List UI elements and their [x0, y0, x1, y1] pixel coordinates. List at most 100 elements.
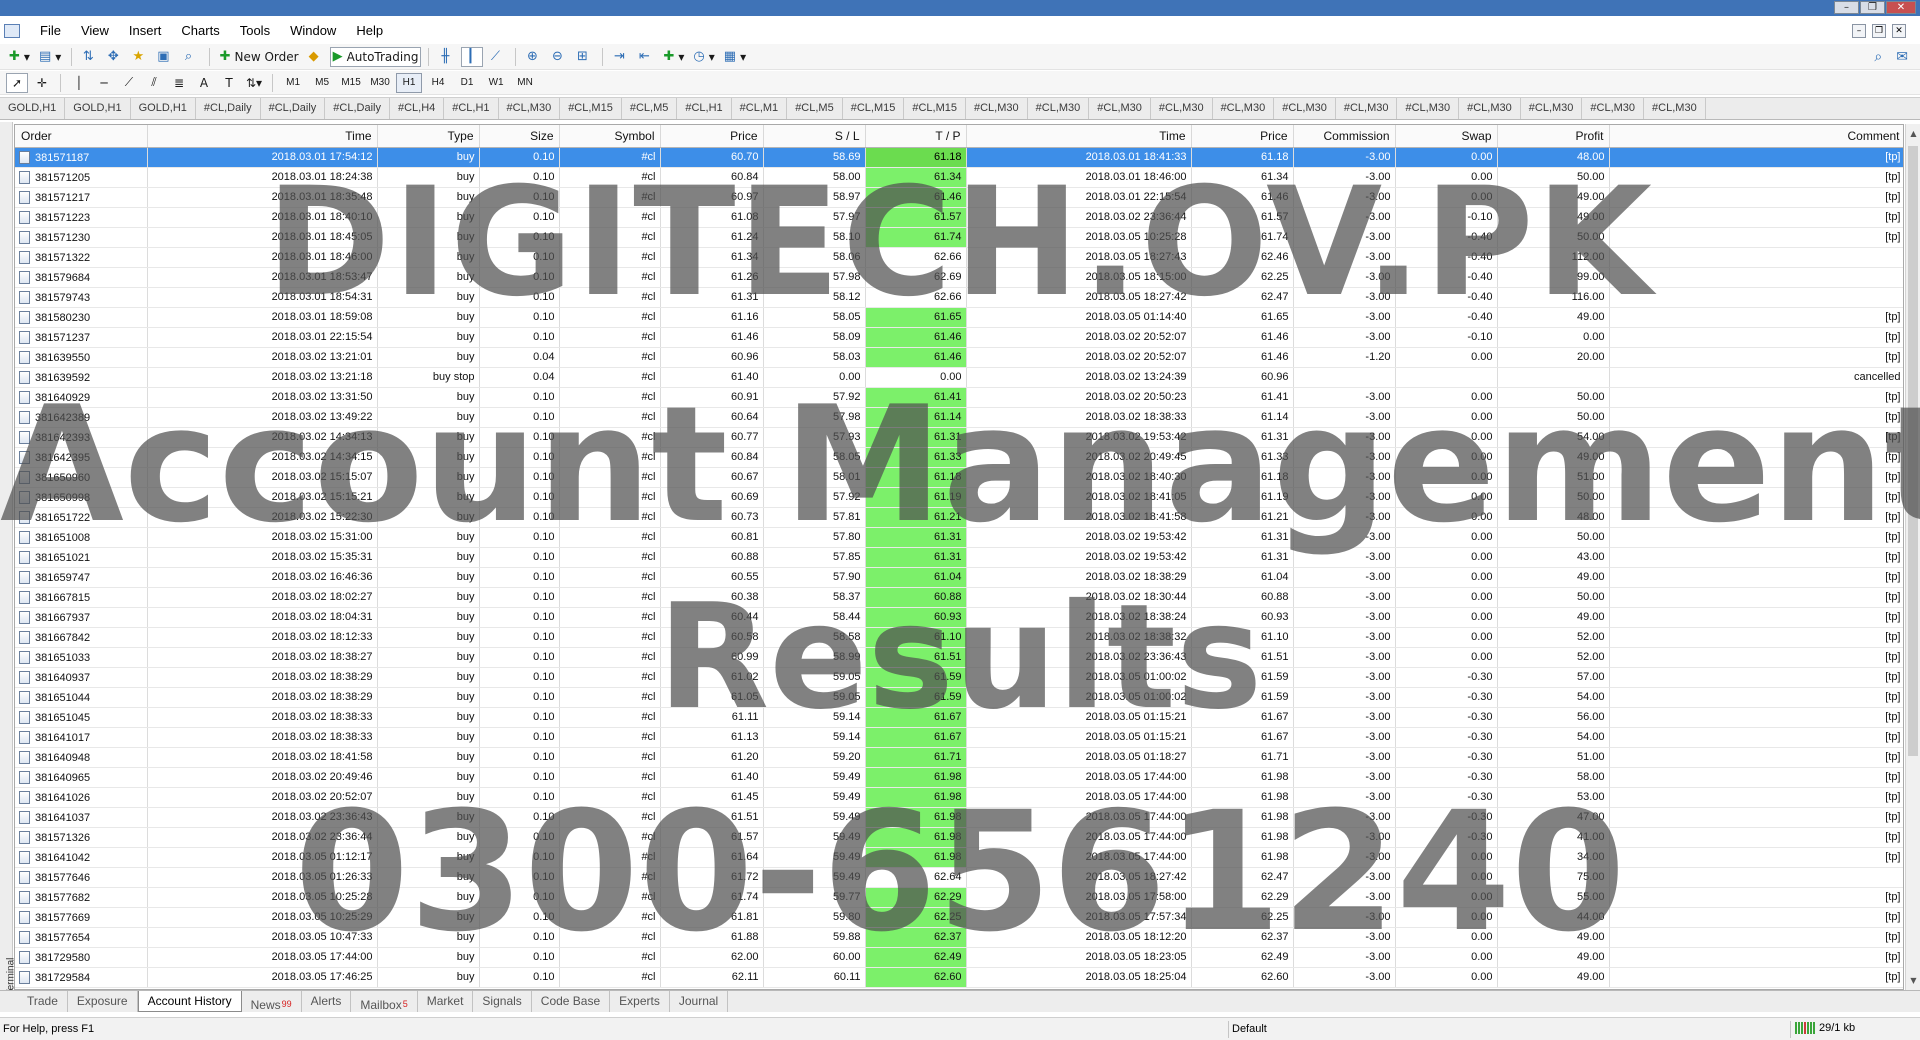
column-header[interactable]: Time [147, 125, 378, 148]
chart-tab[interactable]: #CL,M1 [732, 98, 788, 119]
chart-tab[interactable]: #CL,M30 [1644, 98, 1706, 119]
equidistant-channel-icon[interactable]: ⫽ [143, 73, 165, 93]
terminal-tab[interactable]: Signals [473, 991, 532, 1012]
menu-tools[interactable]: Tools [230, 20, 280, 42]
chart-tab[interactable]: #CL,M5 [622, 98, 678, 119]
chart-tab[interactable]: #CL,Daily [325, 98, 390, 119]
table-row[interactable]: 381651008 2018.03.02 15:31:00 buy 0.10 #cl 60… [15, 527, 1903, 548]
table-row[interactable]: 381651045 2018.03.02 18:38:33 buy 0.10 #cl 61… [15, 707, 1903, 728]
close-icon[interactable]: ✕ [1886, 1, 1916, 14]
chart-tab[interactable]: #CL,Daily [261, 98, 326, 119]
trendline-icon[interactable]: ⟋ [118, 73, 140, 93]
chart-tab[interactable]: #CL,M15 [560, 98, 622, 119]
profiles-icon[interactable]: ▤ ▾ [36, 47, 64, 67]
bar-chart-icon[interactable]: ╫ [436, 47, 458, 67]
table-row[interactable]: 381642393 2018.03.02 14:34:13 buy 0.10 #cl 60… [15, 427, 1903, 448]
terminal-tab[interactable]: Mailbox5 [351, 991, 418, 1012]
column-header[interactable]: Price [1191, 125, 1294, 148]
chart-tab[interactable]: GOLD,H1 [0, 98, 66, 119]
table-row[interactable]: 381659747 2018.03.02 16:46:36 buy 0.10 #cl 60… [15, 567, 1903, 588]
table-row[interactable]: 381571237 2018.03.01 22:15:54 buy 0.10 #cl 61… [15, 327, 1903, 348]
chart-tab[interactable]: #CL,M30 [966, 98, 1028, 119]
table-row[interactable]: 381639550 2018.03.02 13:21:01 buy 0.04 #cl 60… [15, 347, 1903, 368]
table-row[interactable]: 381641042 2018.03.05 01:12:17 buy 0.10 #cl 61… [15, 847, 1903, 868]
data-window-icon[interactable]: ✥ [104, 47, 126, 67]
table-row[interactable]: 381577646 2018.03.05 01:26:33 buy 0.10 #cl 61… [15, 867, 1903, 888]
timeframe-h1[interactable]: H1 [396, 72, 423, 93]
menu-charts[interactable]: Charts [171, 20, 229, 42]
cursor-icon[interactable]: ➚ [6, 72, 28, 93]
autotrading-button[interactable]: ▶ AutoTrading [329, 46, 422, 67]
terminal-tab[interactable]: News99 [242, 991, 302, 1012]
table-row[interactable]: 381571205 2018.03.01 18:24:38 buy 0.10 #cl 60… [15, 167, 1903, 188]
chart-tab[interactable]: #CL,M30 [1582, 98, 1645, 119]
terminal-icon[interactable]: ▣ [154, 47, 176, 67]
market-watch-icon[interactable]: ⇅ [79, 47, 101, 67]
table-row[interactable]: 381640937 2018.03.02 18:38:29 buy 0.10 #cl 61… [15, 667, 1903, 688]
scroll-up-icon[interactable]: ▲ [1906, 126, 1920, 141]
table-row[interactable]: 381571223 2018.03.01 18:40:10 buy 0.10 #cl 61… [15, 207, 1903, 228]
minimize-icon[interactable]: – [1834, 1, 1859, 14]
new-chart-icon[interactable]: ✚ ▾ [6, 47, 33, 67]
terminal-tab[interactable]: Journal [670, 991, 729, 1012]
chart-tab[interactable]: GOLD,H1 [65, 98, 131, 119]
vertical-scrollbar[interactable]: ▲ ▼ [1905, 124, 1920, 990]
menu-help[interactable]: Help [346, 20, 393, 42]
menu-file[interactable]: File [30, 20, 71, 42]
terminal-tab[interactable]: Market [418, 991, 474, 1012]
templates-icon[interactable]: ▦ ▾ [721, 47, 749, 67]
periods-icon[interactable]: ◷ ▾ [690, 47, 717, 67]
menu-window[interactable]: Window [280, 20, 346, 42]
terminal-tab[interactable]: Exposure [68, 991, 138, 1012]
terminal-tab[interactable]: Account History [137, 991, 242, 1012]
column-header[interactable]: Comment [1609, 125, 1903, 148]
column-header[interactable]: Swap [1395, 125, 1498, 148]
table-row[interactable]: 381577654 2018.03.05 10:47:33 buy 0.10 #cl 61… [15, 927, 1903, 948]
table-row[interactable]: 381579684 2018.03.01 18:53:47 buy 0.10 #cl 61… [15, 267, 1903, 288]
auto-scroll-icon[interactable]: ⇥ [610, 47, 632, 67]
table-row[interactable]: 381651021 2018.03.02 15:35:31 buy 0.10 #cl 60… [15, 547, 1903, 568]
scrollbar-thumb[interactable] [1908, 146, 1918, 756]
chart-tab[interactable]: #CL,M5 [787, 98, 843, 119]
mdi-close-icon[interactable]: ✕ [1892, 24, 1906, 38]
table-row[interactable]: 381641037 2018.03.02 23:36:43 buy 0.10 #cl 61… [15, 807, 1903, 828]
table-row[interactable]: 381650998 2018.03.02 15:15:21 buy 0.10 #cl 60… [15, 487, 1903, 508]
timeframe-m30[interactable]: M30 [367, 73, 393, 93]
text-icon[interactable]: A [193, 73, 215, 93]
table-row[interactable]: 381667815 2018.03.02 18:02:27 buy 0.10 #cl 60… [15, 587, 1903, 608]
candlestick-icon[interactable]: ┃ [461, 46, 484, 67]
table-row[interactable]: 381640929 2018.03.02 13:31:50 buy 0.10 #cl 60… [15, 387, 1903, 408]
column-header[interactable]: Time [966, 125, 1192, 148]
terminal-tab[interactable]: Code Base [532, 991, 611, 1012]
timeframe-m1[interactable]: M1 [280, 73, 306, 93]
zoom-out-icon[interactable]: ⊖ [548, 47, 570, 67]
chart-tab[interactable]: #CL,M30 [1459, 98, 1521, 119]
column-header[interactable]: Size [479, 125, 560, 148]
chart-tab[interactable]: #CL,M15 [904, 98, 966, 119]
table-row[interactable]: 381579743 2018.03.01 18:54:31 buy 0.10 #cl 61… [15, 287, 1903, 308]
table-row[interactable]: 381640948 2018.03.02 18:41:58 buy 0.10 #cl 61… [15, 747, 1903, 768]
table-row[interactable]: 381571322 2018.03.01 18:46:00 buy 0.10 #cl 61… [15, 247, 1903, 268]
line-chart-icon[interactable]: ⟋ [486, 47, 508, 67]
chart-tab[interactable]: #CL,Daily [196, 98, 261, 119]
timeframe-mn[interactable]: MN [512, 73, 538, 93]
mdi-minimize-icon[interactable]: – [1852, 24, 1866, 38]
timeframe-m5[interactable]: M5 [309, 73, 335, 93]
navigator-icon[interactable]: ★ [129, 47, 151, 67]
table-row[interactable]: 381667937 2018.03.02 18:04:31 buy 0.10 #cl 60… [15, 607, 1903, 628]
table-row[interactable]: 381577669 2018.03.05 10:25:29 buy 0.10 #cl 61… [15, 907, 1903, 928]
chat-icon[interactable]: ✉ [1896, 48, 1908, 65]
column-header[interactable]: T / P [865, 125, 967, 148]
column-header[interactable]: Price [660, 125, 764, 148]
table-row[interactable]: 381639592 2018.03.02 13:21:18 buy stop 0.04… [15, 367, 1903, 388]
vertical-line-icon[interactable]: │ [68, 73, 90, 93]
strategy-tester-icon[interactable]: ⌕ [180, 47, 202, 67]
chart-tab[interactable]: #CL,M30 [1274, 98, 1336, 119]
table-row[interactable]: 381571187 2018.03.01 17:54:12 buy 0.10 #cl 60… [15, 147, 1903, 168]
chart-tab[interactable]: #CL,M30 [1028, 98, 1090, 119]
timeframe-w1[interactable]: W1 [483, 73, 509, 93]
chart-tab[interactable]: #CL,M30 [1151, 98, 1213, 119]
terminal-tab[interactable]: Experts [610, 991, 670, 1012]
chart-tab[interactable]: #CL,M30 [1089, 98, 1151, 119]
maximize-icon[interactable]: ❐ [1860, 1, 1885, 14]
